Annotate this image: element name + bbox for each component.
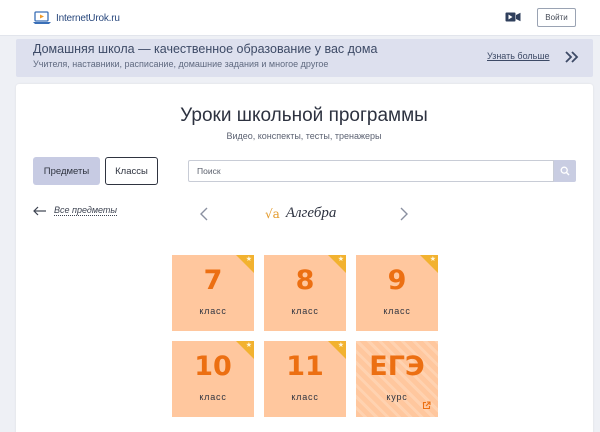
grade-tile-10[interactable]: ★ 10 класс: [172, 341, 254, 417]
back-label: Все предметы: [54, 205, 118, 216]
search-icon: [560, 166, 570, 176]
grade-label: класс: [291, 392, 319, 402]
grade-number: 11: [286, 351, 324, 382]
subject-name: Алгебра: [285, 205, 337, 221]
grade-label: класс: [383, 306, 411, 316]
grade-tile-8[interactable]: ★ 8 класс: [264, 255, 346, 331]
page-subtitle: Видео, конспекты, тесты, тренажеры: [226, 131, 382, 141]
back-to-subjects-link[interactable]: Все предметы: [33, 205, 118, 216]
grade-number: 10: [194, 351, 232, 382]
search-input[interactable]: [188, 160, 554, 182]
site-logo[interactable]: InternetUrok.ru: [32, 9, 132, 27]
grade-tile-11[interactable]: ★ 11 класс: [264, 341, 346, 417]
grade-label: класс: [199, 392, 227, 402]
video-camera-icon[interactable]: [505, 11, 521, 23]
grade-label: класс: [199, 306, 227, 316]
external-link-icon: [422, 401, 431, 410]
grade-number: 7: [203, 265, 223, 296]
star-icon: ★: [429, 255, 436, 263]
chevron-right-icon[interactable]: [399, 207, 409, 221]
login-button[interactable]: Войти: [537, 8, 576, 27]
grade-number: 8: [295, 265, 315, 296]
double-chevron-right-icon[interactable]: [564, 51, 580, 63]
ege-course-tile[interactable]: ЕГЭ курс: [356, 341, 438, 417]
grade-tile-9[interactable]: ★ 9 класс: [356, 255, 438, 331]
page-title: Уроки школьной программы: [180, 105, 428, 126]
subject-title: √a Алгебра: [265, 205, 336, 222]
grade-number: 9: [387, 265, 407, 296]
grade-label: класс: [291, 306, 319, 316]
promo-title: Домашняя школа — качественное образовани…: [33, 42, 378, 56]
search-button[interactable]: [554, 160, 576, 182]
tab-subjects[interactable]: Предметы: [33, 157, 100, 185]
site-name: InternetUrok.ru: [56, 12, 120, 24]
star-icon: ★: [245, 255, 252, 263]
star-icon: ★: [337, 341, 344, 349]
star-icon: ★: [337, 255, 344, 263]
promo-banner: Домашняя школа — качественное образовани…: [16, 39, 593, 77]
promo-subtitle: Учителя, наставники, расписание, домашни…: [33, 59, 329, 69]
chevron-left-icon[interactable]: [199, 207, 209, 221]
top-header: InternetUrok.ru Войти: [0, 0, 600, 36]
learn-more-link[interactable]: Узнать больше: [487, 51, 550, 61]
ege-title: ЕГЭ: [369, 351, 425, 382]
tab-classes[interactable]: Классы: [105, 157, 158, 185]
arrow-left-icon: [33, 206, 46, 215]
square-root-icon: √a: [265, 206, 280, 221]
laptop-logo-icon: [33, 11, 51, 24]
star-icon: ★: [245, 341, 252, 349]
grade-tile-7[interactable]: ★ 7 класс: [172, 255, 254, 331]
